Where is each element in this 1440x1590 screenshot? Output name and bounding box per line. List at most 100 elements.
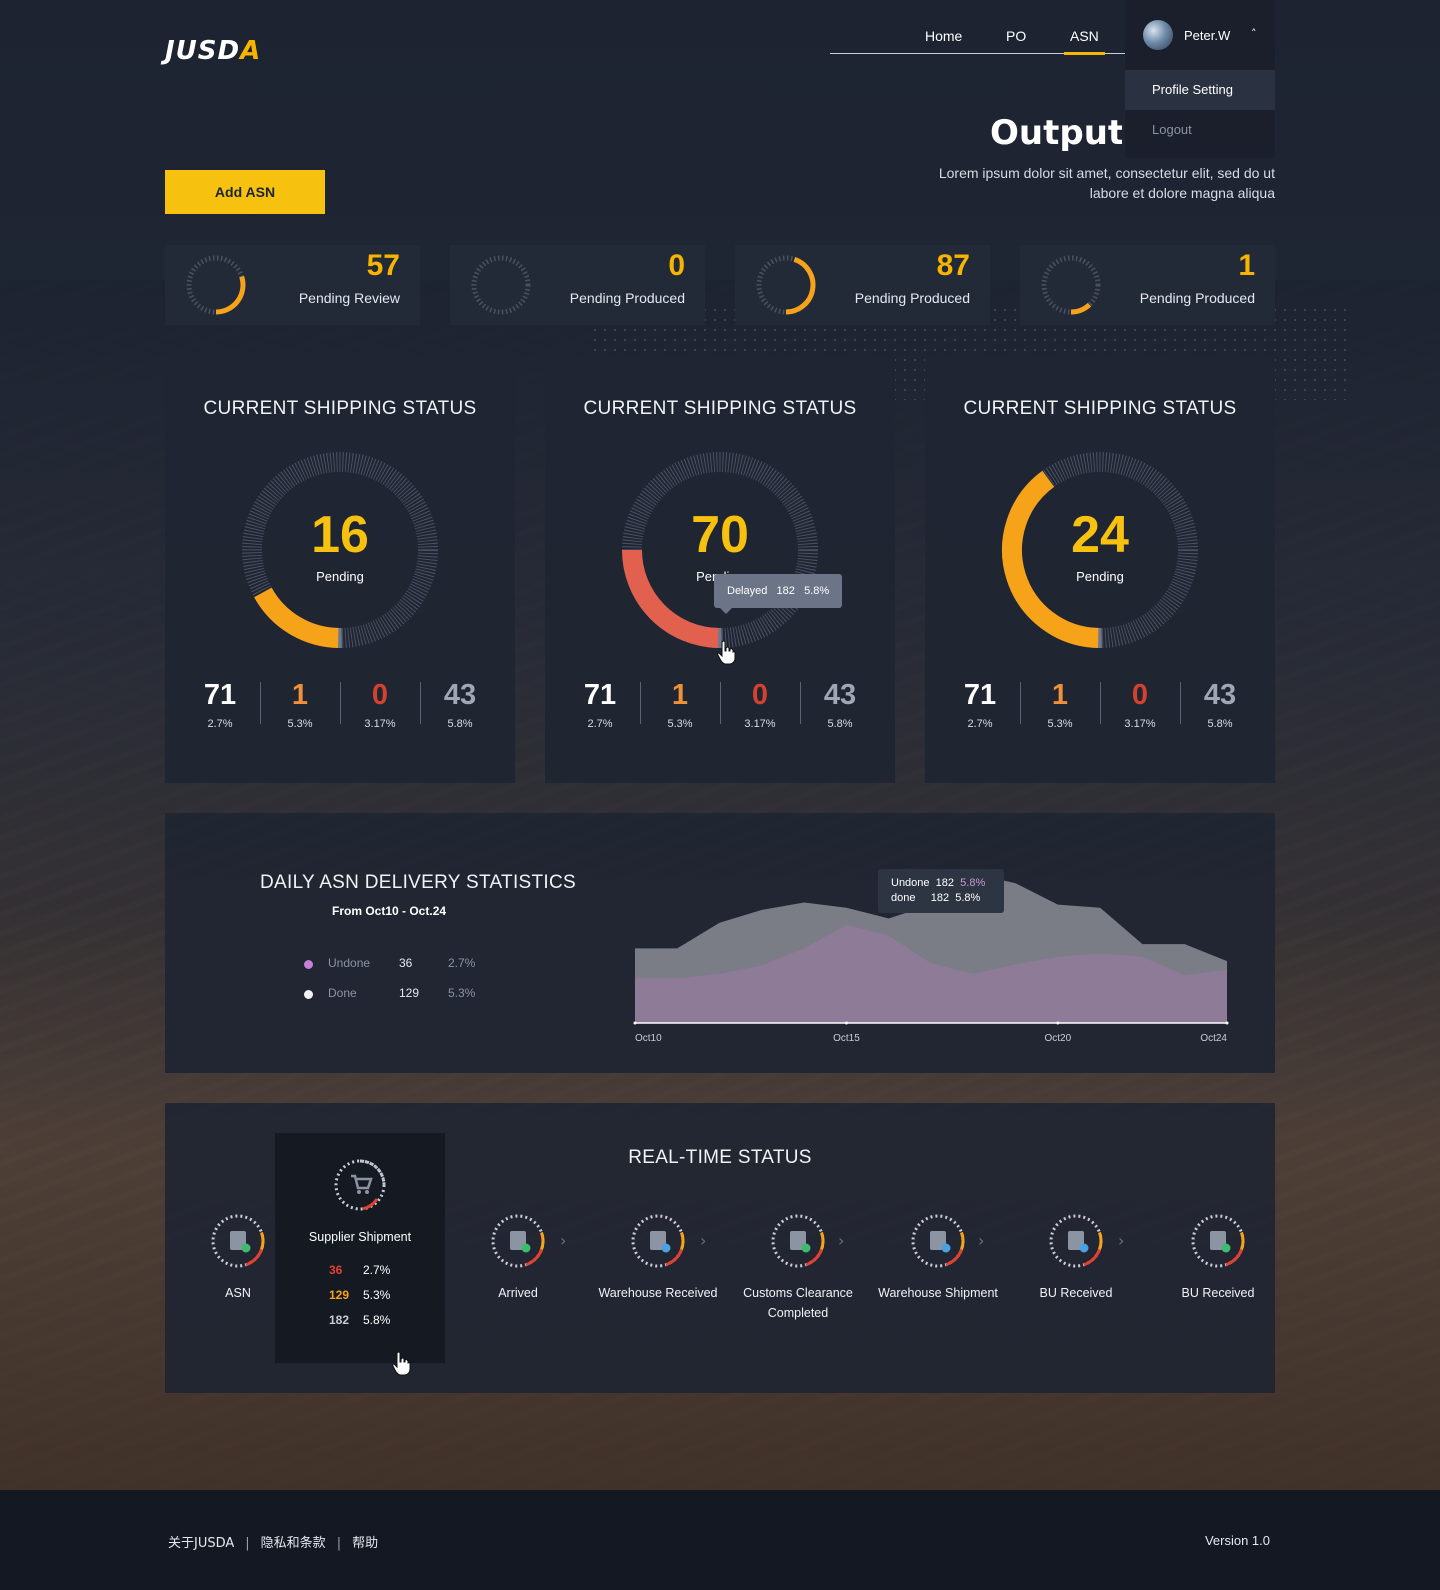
- supplier-shipment-popup[interactable]: Supplier Shipment 36 2.7% 129 5.3% 182 5.8%: [275, 1133, 445, 1363]
- pending-count: 16: [311, 506, 369, 564]
- summary-value: 87: [936, 249, 970, 282]
- nav-po[interactable]: PO: [1006, 28, 1026, 44]
- menu-logout[interactable]: Logout: [1125, 110, 1275, 150]
- pending-label: Pending: [316, 569, 364, 584]
- x-tick-mark: [844, 1021, 848, 1025]
- menu-profile-setting[interactable]: Profile Setting: [1125, 70, 1275, 110]
- shipping-status-card: CURRENT SHIPPING STATUS 16 Pending 71 2.7% 1 5…: [165, 355, 515, 783]
- summary-value: 57: [366, 249, 400, 282]
- chevron-right-icon: ›: [700, 1231, 707, 1250]
- shipping-status-card: CURRENT SHIPPING STATUS70Pending712.7%15…: [545, 355, 895, 783]
- summary-label: Pending Produced: [569, 290, 685, 306]
- x-tick-label: Oct24: [1200, 1033, 1227, 1044]
- hand-cursor-icon: [717, 640, 736, 665]
- customs-icon: [771, 1214, 825, 1268]
- stat-item: 0 3.17%: [1100, 678, 1180, 738]
- x-tick-label: Oct15: [833, 1033, 860, 1044]
- stat-item: 43 5.8%: [420, 678, 500, 738]
- stat-item: 43 5.8%: [1180, 678, 1260, 738]
- stat-item: 1 5.3%: [260, 678, 340, 738]
- anchor-icon: [491, 1214, 545, 1268]
- nav-home[interactable]: Home: [925, 28, 962, 44]
- progress-ring-icon: [471, 255, 531, 315]
- delayed-tooltip: Delayed 182 5.8%: [714, 574, 843, 614]
- avatar: [1143, 20, 1173, 50]
- stats-row: 71 2.7% 1 5.3% 0 3.17% 43 5.8%: [940, 678, 1260, 738]
- stat-item: 1 5.3%: [1020, 678, 1100, 738]
- summary-card[interactable]: 1 Pending Produced: [1020, 245, 1275, 325]
- add-asn-button[interactable]: Add ASN: [165, 170, 325, 214]
- popup-row: 182 5.8%: [329, 1313, 391, 1327]
- hand-cursor-icon: [392, 1351, 411, 1376]
- card-title: CURRENT SHIPPING STATUS: [963, 398, 1237, 419]
- progress-ring-icon: [186, 255, 246, 315]
- status-step[interactable]: Customs Clearance Completed: [733, 1213, 863, 1323]
- status-step[interactable]: Arrived: [453, 1213, 583, 1303]
- x-tick-mark: [1225, 1021, 1229, 1025]
- page-description: Lorem ipsum dolor sit amet, consectetur …: [938, 165, 1275, 201]
- top-nav: Home PO ASN: [830, 22, 1125, 55]
- status-step[interactable]: BU Received: [1153, 1213, 1283, 1303]
- stats-row: 71 2.7% 1 5.3% 0 3.17% 43 5.8%: [180, 678, 500, 738]
- summary-card[interactable]: 0 Pending Produced: [450, 245, 705, 325]
- nav-asn[interactable]: ASN: [1064, 28, 1105, 55]
- chevron-right-icon: ›: [560, 1231, 567, 1250]
- progress-ring-icon: [1041, 255, 1101, 315]
- legend-dot: [304, 960, 313, 969]
- stat-item: 71 2.7%: [203, 679, 237, 730]
- daily-asn-panel: DAILY ASN DELIVERY STATISTICS From Oct10…: [165, 813, 1275, 1073]
- step-label: BU Received: [1181, 1286, 1255, 1300]
- step-label: Warehouse Shipment: [878, 1286, 998, 1300]
- chevron-right-icon: ›: [838, 1231, 845, 1250]
- chevron-up-icon: ˄: [1251, 27, 1257, 40]
- chevron-right-icon: ›: [978, 1231, 985, 1250]
- step-label: BU Received: [1039, 1286, 1113, 1300]
- legend-dot: [304, 990, 313, 999]
- page-title: Output S: [990, 113, 1122, 153]
- truck-icon: [1049, 1214, 1103, 1268]
- footer-link-privacy[interactable]: 隐私和条款: [261, 1536, 326, 1551]
- status-step[interactable]: Warehouse Received: [593, 1213, 723, 1303]
- popup-label: Supplier Shipment: [308, 1230, 412, 1244]
- progress-ring-icon: [756, 255, 816, 315]
- x-tick-label: Oct10: [635, 1033, 662, 1044]
- stat-item: 43 5.8%: [800, 678, 880, 738]
- summary-label: Pending Review: [298, 290, 400, 306]
- stat-item: 71 2.7%: [963, 679, 997, 730]
- stat-item: 0 3.17%: [720, 678, 800, 738]
- footer-link-about[interactable]: 关于JUSDA: [168, 1536, 234, 1551]
- status-step[interactable]: Warehouse Shipment: [873, 1213, 1003, 1303]
- version-label: Version 1.0: [1204, 1533, 1270, 1548]
- stat-item: 71 2.7%: [583, 679, 617, 730]
- x-tick-mark: [633, 1021, 637, 1025]
- ring-segment: [254, 587, 339, 648]
- pending-count: 24: [1071, 506, 1129, 564]
- stat-item: 0 3.17%: [340, 678, 420, 738]
- user-menu-toggle[interactable]: Peter.W ˄: [1125, 0, 1275, 70]
- x-tick-mark: [1056, 1021, 1060, 1025]
- step-label: Arrived: [498, 1286, 538, 1300]
- chart-tooltip: Undone 182 5.8% done 182 5.8%: [878, 869, 1004, 913]
- shipping-status-card: CURRENT SHIPPING STATUS 24 Pending 71 2.7% 1 5…: [925, 355, 1275, 783]
- footer-links: 关于JUSDA | 隐私和条款 | 帮助: [168, 1536, 379, 1551]
- footer-link-help[interactable]: 帮助: [352, 1536, 378, 1551]
- realtime-panel: REAL-TIME STATUS ASN Arrived Warehouse Rec…: [165, 1103, 1275, 1393]
- status-step[interactable]: BU Received: [1011, 1213, 1141, 1303]
- popup-row: 36 2.7%: [329, 1263, 391, 1277]
- user-dropdown: Peter.W ˄ Profile Setting Logout: [1125, 0, 1275, 158]
- truck-icon: [1191, 1214, 1245, 1268]
- step-label: Warehouse Received: [598, 1286, 718, 1300]
- warehouse-shipment-icon: [911, 1214, 965, 1268]
- pending-label: Pending: [1076, 569, 1124, 584]
- card-title: CURRENT SHIPPING STATUS: [203, 398, 477, 419]
- summary-card[interactable]: 57 Pending Review: [165, 245, 420, 325]
- stat-item: 1 5.3%: [640, 678, 720, 738]
- summary-label: Pending Produced: [1139, 290, 1255, 306]
- jusda-logo[interactable]: JUSDA: [165, 36, 261, 66]
- summary-value: 0: [668, 249, 685, 282]
- summary-card[interactable]: 87 Pending Produced: [735, 245, 990, 325]
- popup-row: 129 5.3%: [329, 1288, 391, 1302]
- summary-value: 1: [1238, 249, 1255, 282]
- x-tick-label: Oct20: [1045, 1033, 1072, 1044]
- user-name: Peter.W: [1184, 28, 1231, 43]
